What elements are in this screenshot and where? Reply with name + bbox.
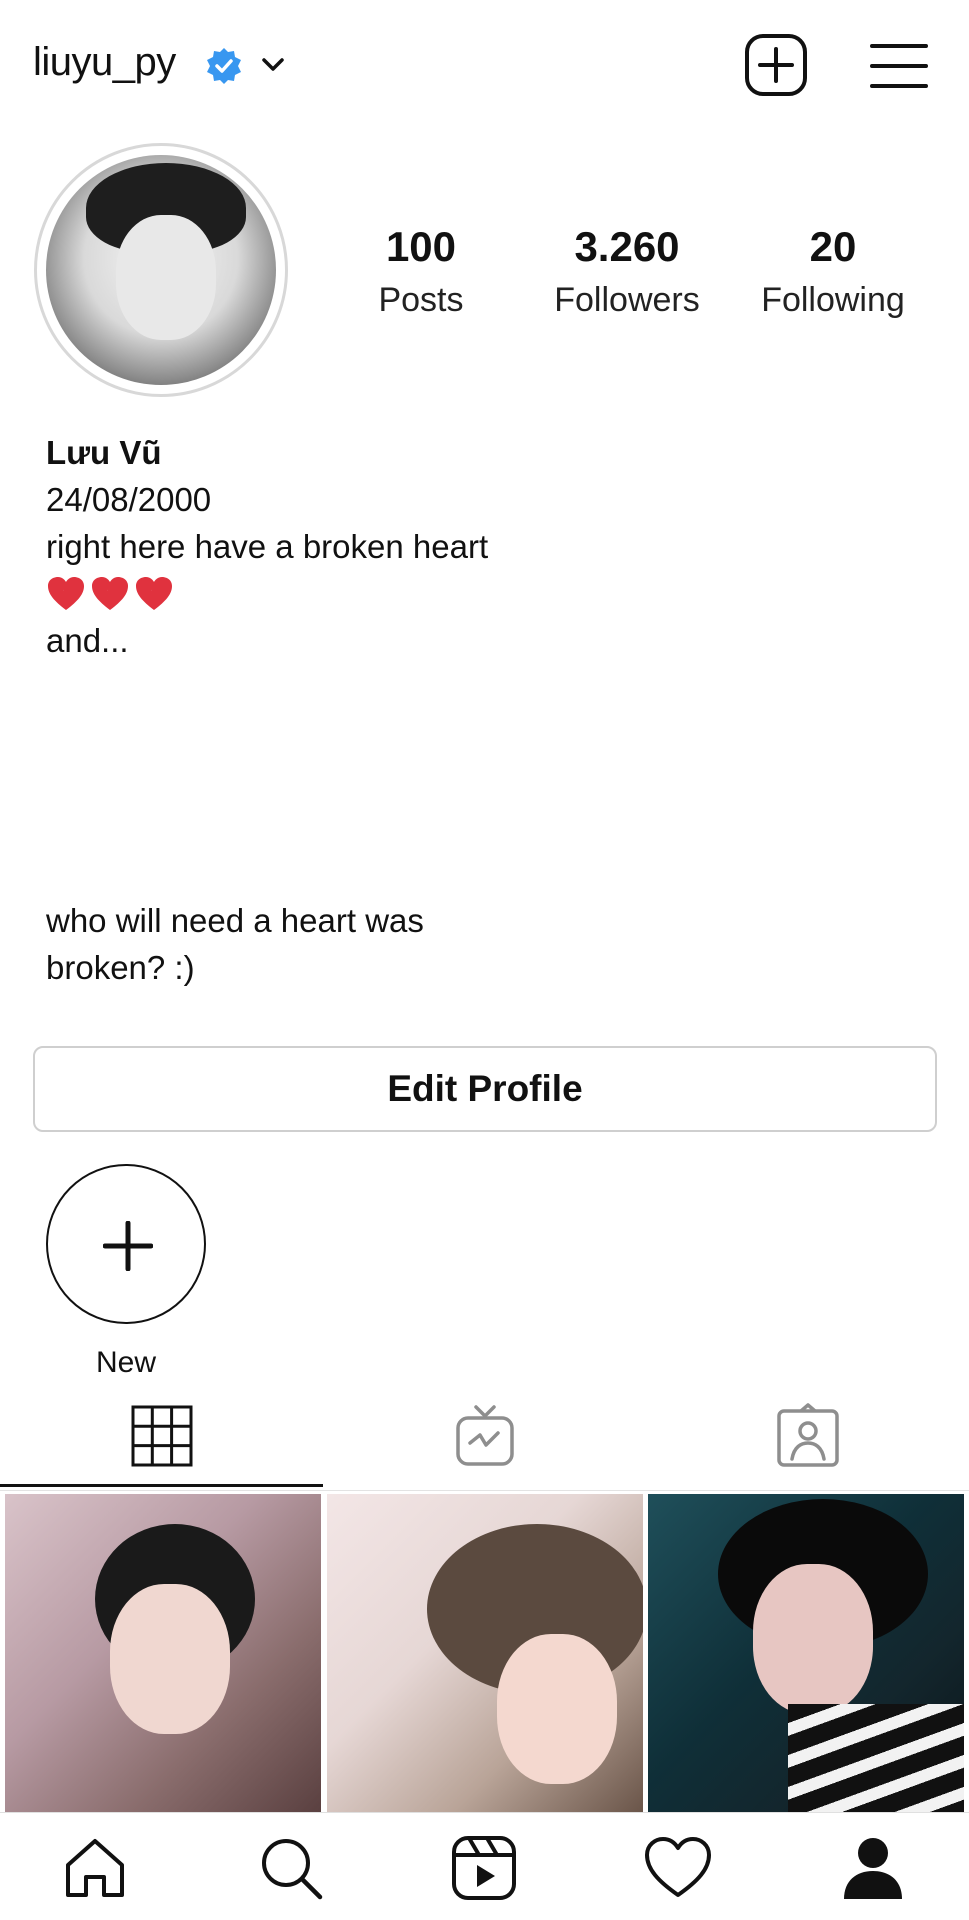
igtv-icon <box>455 1405 514 1466</box>
tab-tagged[interactable] <box>646 1384 969 1488</box>
bio-line-birthday: 24/08/2000 <box>46 481 212 518</box>
following-label: Following <box>761 281 905 319</box>
bio-line-end-1: who will need a heart was <box>46 902 424 939</box>
heart-icon <box>645 1837 711 1897</box>
new-highlight-button[interactable] <box>46 1164 206 1324</box>
nav-search[interactable] <box>256 1833 326 1903</box>
profile-icon <box>844 1838 902 1899</box>
broken-heart-icon <box>136 577 172 610</box>
menu-icon[interactable] <box>870 38 928 94</box>
username-title[interactable]: liuyu_py <box>33 40 176 85</box>
post-thumbnail[interactable] <box>5 1494 321 1812</box>
profile-tabs <box>0 1384 969 1488</box>
search-icon <box>262 1839 323 1900</box>
avatar[interactable] <box>46 155 276 385</box>
followers-count: 3.260 <box>574 223 680 270</box>
home-icon <box>66 1839 124 1897</box>
post-thumbnail[interactable] <box>648 1494 964 1812</box>
following-count: 20 <box>809 223 857 270</box>
stat-posts[interactable]: 100 Posts <box>321 222 521 322</box>
broken-heart-icon <box>92 577 128 610</box>
new-highlight-label: New <box>95 1346 156 1379</box>
tabs-divider <box>0 1490 969 1491</box>
nav-profile[interactable] <box>838 1833 908 1903</box>
posts-grid <box>0 1494 969 1812</box>
post-thumbnail[interactable] <box>327 1494 643 1812</box>
tab-igtv[interactable] <box>323 1384 646 1488</box>
tab-grid[interactable] <box>0 1384 323 1488</box>
verified-badge-icon <box>207 48 241 84</box>
posts-count: 100 <box>385 223 457 270</box>
chevron-down-icon[interactable] <box>258 50 288 80</box>
profile-name: Lưu Vũ <box>46 434 162 471</box>
active-tab-indicator <box>0 1484 323 1487</box>
stat-followers[interactable]: 3.260 Followers <box>527 222 727 322</box>
bio-line-broken-heart: right here have a broken heart <box>46 528 489 565</box>
nav-reels[interactable] <box>449 1833 519 1903</box>
nav-activity[interactable] <box>643 1833 713 1903</box>
bottom-navigation <box>0 1812 969 1920</box>
followers-label: Followers <box>554 281 700 319</box>
nav-home[interactable] <box>60 1833 130 1903</box>
edit-profile-button[interactable]: Edit Profile <box>33 1046 937 1132</box>
stat-following[interactable]: 20 Following <box>733 222 933 322</box>
add-post-icon[interactable] <box>744 33 808 97</box>
grid-icon <box>131 1405 192 1467</box>
broken-heart-icon <box>48 577 84 610</box>
posts-label: Posts <box>378 281 464 319</box>
bio-line-and: and... <box>46 622 129 659</box>
plus-icon <box>103 1221 153 1271</box>
tagged-icon <box>776 1403 839 1467</box>
top-bar: liuyu_py <box>0 0 969 130</box>
reels-icon <box>452 1836 516 1900</box>
bio-line-end-2: broken? :) <box>46 949 195 986</box>
broken-hearts: 💔💔💔 <box>46 574 174 614</box>
